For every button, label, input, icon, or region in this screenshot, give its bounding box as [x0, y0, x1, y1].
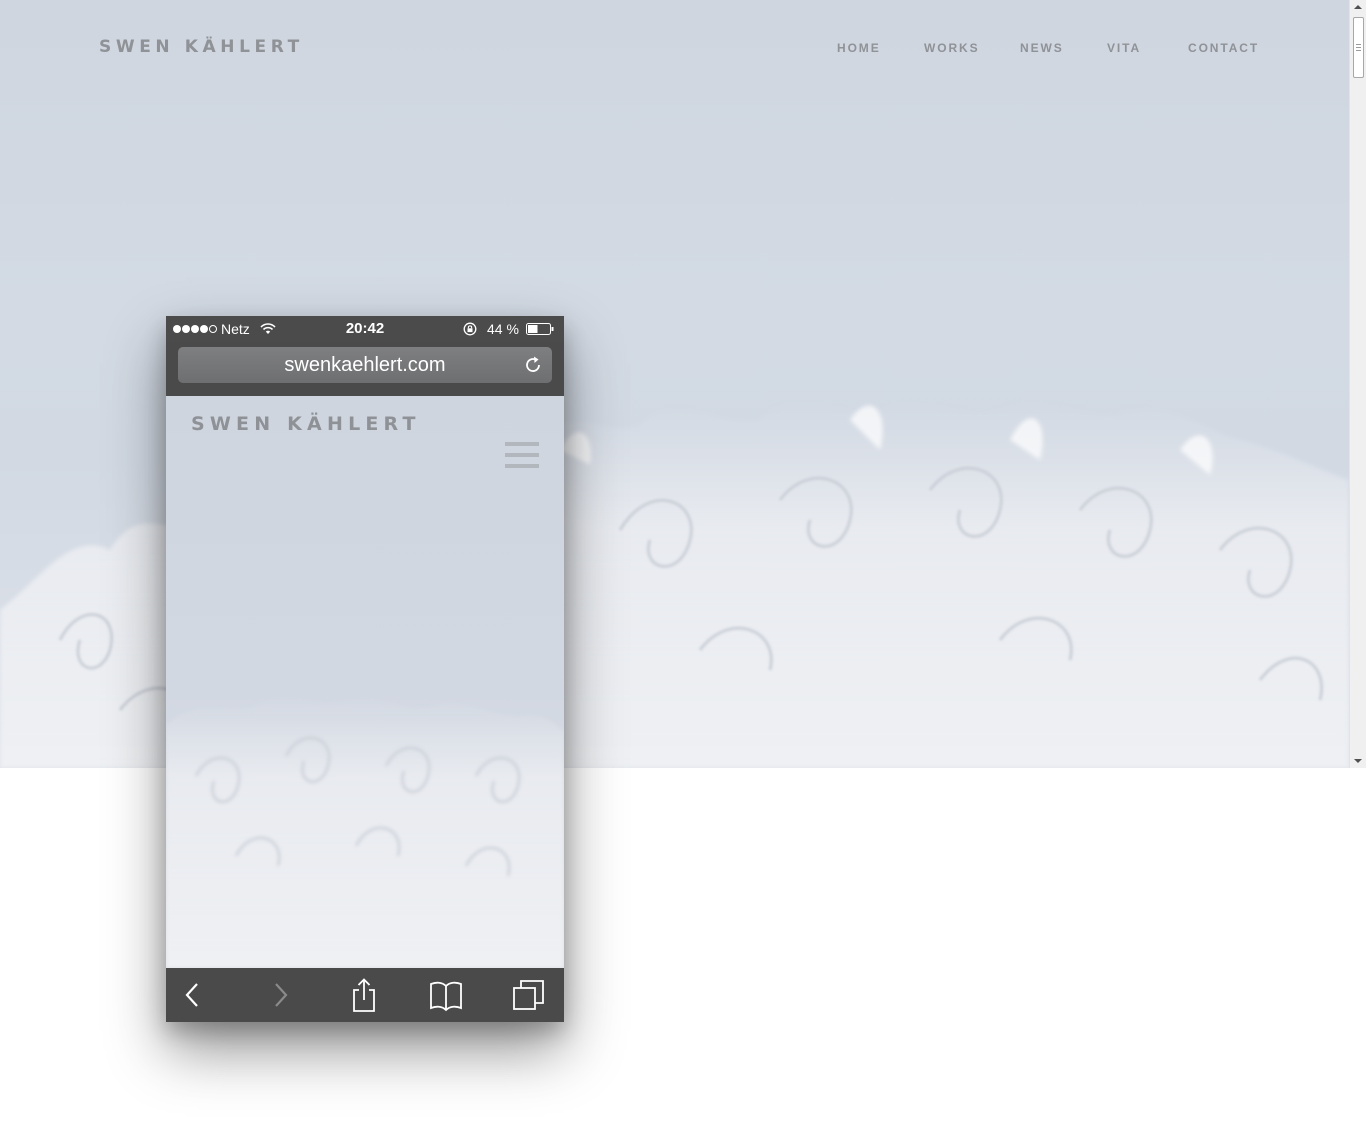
hamburger-bar [505, 453, 539, 457]
hamburger-bar [505, 442, 539, 446]
share-icon[interactable] [346, 978, 382, 1012]
nav-item-works[interactable]: WORKS [924, 41, 980, 55]
mobile-site-title[interactable]: SWEN KÄHLERT [191, 413, 421, 435]
status-bar: Netz 20:42 44 % [166, 316, 564, 342]
battery-icon [526, 323, 554, 335]
nav-item-contact[interactable]: CONTACT [1188, 41, 1259, 55]
grip-line [1356, 47, 1361, 48]
rotation-lock-icon [463, 322, 477, 336]
forward-icon[interactable] [262, 978, 298, 1012]
scroll-up-arrow-icon[interactable] [1354, 5, 1362, 9]
scroll-down-arrow-icon[interactable] [1354, 759, 1362, 763]
bookmarks-icon[interactable] [428, 978, 464, 1012]
phone-webpage-viewport[interactable]: SWEN KÄHLERT [166, 396, 564, 968]
nav-item-vita[interactable]: VITA [1107, 41, 1141, 55]
url-text: swenkaehlert.com [284, 354, 446, 376]
nav-item-news[interactable]: NEWS [1020, 41, 1064, 55]
main-nav: HOME WORKS NEWS VITA CONTACT [0, 41, 1349, 57]
phone-mockup: Netz 20:42 44 % swenkaehlert.com SWEN KÄ… [166, 316, 564, 1022]
porcelain-sculpture-image [166, 697, 564, 968]
grip-line [1356, 50, 1361, 51]
vertical-scrollbar[interactable] [1349, 0, 1366, 768]
tabs-icon[interactable] [511, 978, 547, 1012]
nav-item-home[interactable]: HOME [837, 41, 881, 55]
hamburger-bar [505, 464, 539, 468]
back-icon[interactable] [175, 978, 211, 1012]
battery-percentage: 44 % [487, 321, 519, 337]
browser-toolbar [166, 968, 564, 1022]
hamburger-menu-icon[interactable] [505, 442, 539, 472]
reload-icon[interactable] [523, 355, 543, 375]
browser-address-bar[interactable]: swenkaehlert.com [178, 347, 552, 383]
grip-line [1356, 44, 1361, 45]
scroll-thumb[interactable] [1353, 17, 1364, 78]
